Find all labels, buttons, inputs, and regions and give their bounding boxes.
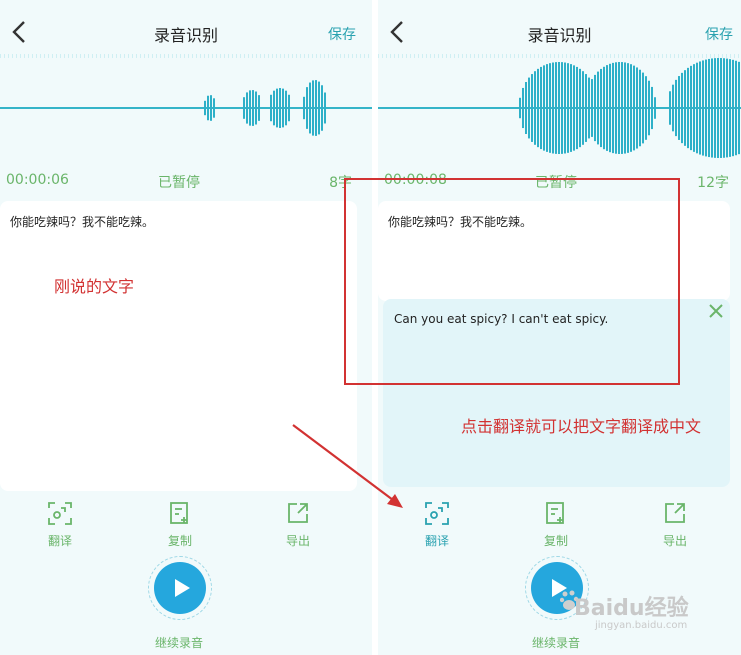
- continue-recording-label[interactable]: 继续录音: [134, 634, 224, 651]
- translate-label: 翻译: [47, 534, 72, 548]
- close-icon[interactable]: [708, 303, 724, 319]
- annotation-arrow: [292, 424, 403, 508]
- translate-button[interactable]: 翻译: [407, 500, 467, 549]
- translate-label: 翻译: [424, 534, 449, 548]
- elapsed-time: 00:00:06: [6, 172, 69, 188]
- copy-icon: [546, 502, 564, 524]
- waveform: [378, 54, 741, 158]
- export-button[interactable]: 导出: [645, 500, 705, 549]
- continue-recording-label[interactable]: 继续录音: [511, 634, 601, 651]
- export-label: 导出: [285, 534, 310, 548]
- save-button[interactable]: 保存: [705, 24, 733, 44]
- waveform: [0, 54, 372, 136]
- left-screen: 录音识别 保存 00:00:06 已暂停 8字 你能吃辣吗？我不能吃辣。 翻译 …: [0, 0, 372, 655]
- transcript-text: 你能吃辣吗？我不能吃辣。: [10, 215, 155, 229]
- translate-button[interactable]: 翻译: [30, 500, 90, 549]
- save-button[interactable]: 保存: [328, 24, 356, 44]
- watermark: Baidu经验 jingyan.baidu.com: [560, 574, 710, 634]
- page-title: 录音识别: [153, 26, 218, 45]
- translate-icon: [425, 502, 449, 525]
- status-bar: 00:00:06 已暂停 8字: [0, 172, 372, 192]
- copy-button[interactable]: 复制: [150, 500, 210, 549]
- highlight-box: [344, 178, 680, 385]
- annotation-right: 点击翻译就可以把文字翻译成中文: [461, 417, 702, 436]
- copy-label: 复制: [167, 534, 192, 548]
- char-count: 12字: [697, 175, 729, 191]
- watermark-text: Baidu经验: [574, 596, 689, 621]
- copy-label: 复制: [543, 534, 568, 548]
- annotation-left: 刚说的文字: [54, 277, 135, 296]
- export-icon: [665, 503, 685, 523]
- translate-icon: [48, 502, 72, 525]
- copy-icon: [170, 502, 188, 524]
- page-title: 录音识别: [527, 26, 592, 45]
- watermark-sub: jingyan.baidu.com: [595, 620, 688, 631]
- recording-status: 已暂停: [158, 175, 200, 191]
- play-button[interactable]: [148, 556, 212, 620]
- play-circle: [154, 562, 206, 614]
- export-label: 导出: [662, 534, 687, 548]
- copy-button[interactable]: 复制: [526, 500, 586, 549]
- play-icon: [175, 579, 190, 597]
